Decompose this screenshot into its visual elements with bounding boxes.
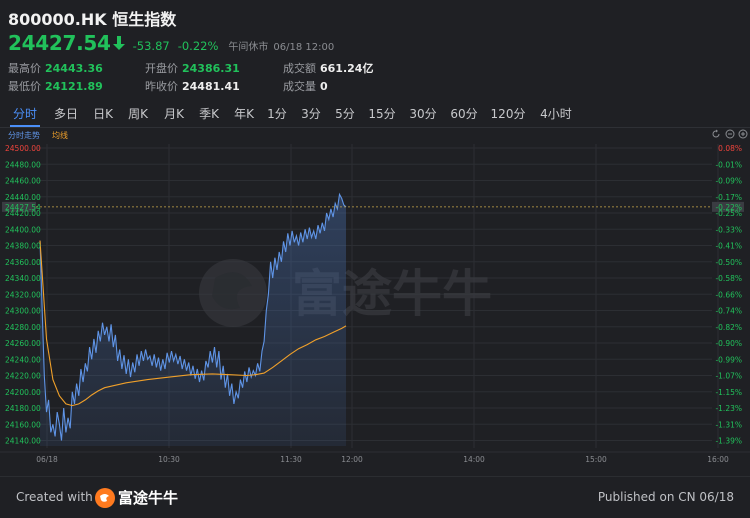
tab-1min[interactable]: 1分 xyxy=(263,103,291,125)
prev-close-label: 昨收价 xyxy=(145,80,178,93)
pct-tick-label: -1.39% xyxy=(715,437,742,446)
prev-close-value: 24481.41 xyxy=(182,80,240,93)
pct-tick-label: -0.17% xyxy=(715,193,742,202)
intraday-chart[interactable]: 富途牛牛 24427.54 -0.22% 24500.0024480.002446… xyxy=(0,128,750,476)
down-arrow-icon xyxy=(112,36,125,50)
quote-header: 800000.HK 恒生指数 24427.54 -53.87 -0.22% 午间… xyxy=(0,0,750,98)
y-tick-label: 24360.00 xyxy=(5,258,41,267)
y-tick-label: 24500.00 xyxy=(5,144,41,153)
y-tick-label: 24460.00 xyxy=(5,177,41,186)
last-price: 24427.54 xyxy=(8,31,111,55)
x-tick-label: 14:00 xyxy=(463,455,485,464)
tab-monthly-k[interactable]: 月K xyxy=(158,103,190,125)
tab-120min[interactable]: 120分 xyxy=(487,103,529,125)
volume-stat: 成交量 0 xyxy=(283,78,328,94)
x-tick-label: 12:00 xyxy=(341,455,363,464)
prev-close-stat: 昨收价 24481.41 xyxy=(145,78,240,94)
pct-tick-label: -0.99% xyxy=(715,355,742,364)
tab-3min[interactable]: 3分 xyxy=(297,103,325,125)
period-tabs: 分时 多日 日K 周K 月K 季K 年K 1分 3分 5分 15分 30分 60… xyxy=(0,103,750,127)
tab-quarterly-k[interactable]: 季K xyxy=(193,103,225,125)
open-value: 24386.31 xyxy=(182,62,240,75)
tab-intraday[interactable]: 分时 xyxy=(8,103,42,125)
y-tick-label: 24340.00 xyxy=(5,274,41,283)
tab-30min[interactable]: 30分 xyxy=(406,103,440,125)
symbol-title: 800000.HK 恒生指数 xyxy=(8,10,177,29)
market-status: 午间休市 xyxy=(228,42,269,53)
turnover-label: 成交额 xyxy=(283,62,316,75)
y-tick-label: 24260.00 xyxy=(5,339,41,348)
volume-label: 成交量 xyxy=(283,80,316,93)
price-area-fill xyxy=(40,194,346,446)
y-tick-label: 24220.00 xyxy=(5,372,41,381)
open-stat: 开盘价 24386.31 xyxy=(145,60,240,76)
high-stat: 最高价 24443.36 xyxy=(8,60,103,76)
y-tick-label: 24400.00 xyxy=(5,225,41,234)
pct-tick-label: -0.41% xyxy=(715,242,742,251)
published-label: Published on CN 06/18 xyxy=(597,490,734,504)
price-area xyxy=(40,194,346,446)
y-tick-label: 24200.00 xyxy=(5,388,41,397)
x-tick-label: 16:00 xyxy=(707,455,729,464)
tab-4hour[interactable]: 4小时 xyxy=(535,103,577,125)
tab-15min[interactable]: 15分 xyxy=(365,103,399,125)
price-change: -53.87 xyxy=(132,39,170,53)
pct-tick-label: -0.33% xyxy=(715,225,742,234)
tab-60min[interactable]: 60分 xyxy=(447,103,481,125)
futu-logo: 富途牛牛 xyxy=(95,487,178,508)
tab-yearly-k[interactable]: 年K xyxy=(228,103,260,125)
y-tick-label: 24440.00 xyxy=(5,193,41,202)
pct-tick-label: -0.09% xyxy=(715,177,742,186)
y-tick-label: 24280.00 xyxy=(5,323,41,332)
pct-tick-label: 0.08% xyxy=(718,144,742,153)
pct-tick-label: -0.74% xyxy=(715,307,742,316)
low-stat: 最低价 24121.89 xyxy=(8,78,103,94)
pct-tick-label: -0.90% xyxy=(715,339,742,348)
tab-multi-day[interactable]: 多日 xyxy=(48,103,84,125)
tab-weekly-k[interactable]: 周K xyxy=(122,103,154,125)
x-tick-label: 10:30 xyxy=(158,455,180,464)
x-tick-label: 11:30 xyxy=(280,455,302,464)
low-label: 最低价 xyxy=(8,80,41,93)
x-tick-label: 15:00 xyxy=(585,455,607,464)
open-label: 开盘价 xyxy=(145,62,178,75)
pct-tick-label: -0.82% xyxy=(715,323,742,332)
high-value: 24443.36 xyxy=(45,62,103,75)
y-tick-label: 24160.00 xyxy=(5,420,41,429)
volume-value: 0 xyxy=(320,80,328,93)
pct-tick-label: -0.25% xyxy=(715,209,742,218)
tab-daily-k[interactable]: 日K xyxy=(88,103,118,125)
low-value: 24121.89 xyxy=(45,80,103,93)
pct-tick-label: -1.07% xyxy=(715,372,742,381)
y-tick-label: 24420.00 xyxy=(5,209,41,218)
pct-tick-label: -0.58% xyxy=(715,274,742,283)
pct-tick-label: -1.31% xyxy=(715,420,742,429)
y-tick-label: 24300.00 xyxy=(5,307,41,316)
futu-logo-icon xyxy=(95,487,115,508)
y-tick-label: 24140.00 xyxy=(5,437,41,446)
y-tick-label: 24320.00 xyxy=(5,290,41,299)
y-tick-label: 24240.00 xyxy=(5,355,41,364)
pct-tick-label: -0.50% xyxy=(715,258,742,267)
price-row: 24427.54 -53.87 -0.22% 午间休市 06/18 12:00 xyxy=(8,31,334,55)
quote-datetime: 06/18 12:00 xyxy=(273,42,335,53)
footer: Created with 富途牛牛 Published on CN 06/18 xyxy=(0,476,750,518)
pct-tick-label: -1.15% xyxy=(715,388,742,397)
high-label: 最高价 xyxy=(8,62,41,75)
turnover-stat: 成交额 661.24亿 xyxy=(283,60,373,76)
futu-logo-text: 富途牛牛 xyxy=(118,489,179,507)
price-change-percent: -0.22% xyxy=(177,39,219,53)
y-tick-label: 24180.00 xyxy=(5,404,41,413)
y-tick-label: 24380.00 xyxy=(5,242,41,251)
tab-5min[interactable]: 5分 xyxy=(331,103,359,125)
x-tick-label: 06/18 xyxy=(36,455,58,464)
turnover-value: 661.24亿 xyxy=(320,62,374,75)
y-tick-label: 24480.00 xyxy=(5,160,41,169)
pct-tick-label: -0.01% xyxy=(715,160,742,169)
chart-area: 分时走势 均线 富途牛牛 24427.54 -0.22% 24500.00 2448… xyxy=(0,128,750,476)
pct-tick-label: -1.23% xyxy=(715,404,742,413)
pct-tick-label: -0.66% xyxy=(715,290,742,299)
created-with-label: Created with xyxy=(16,490,93,504)
